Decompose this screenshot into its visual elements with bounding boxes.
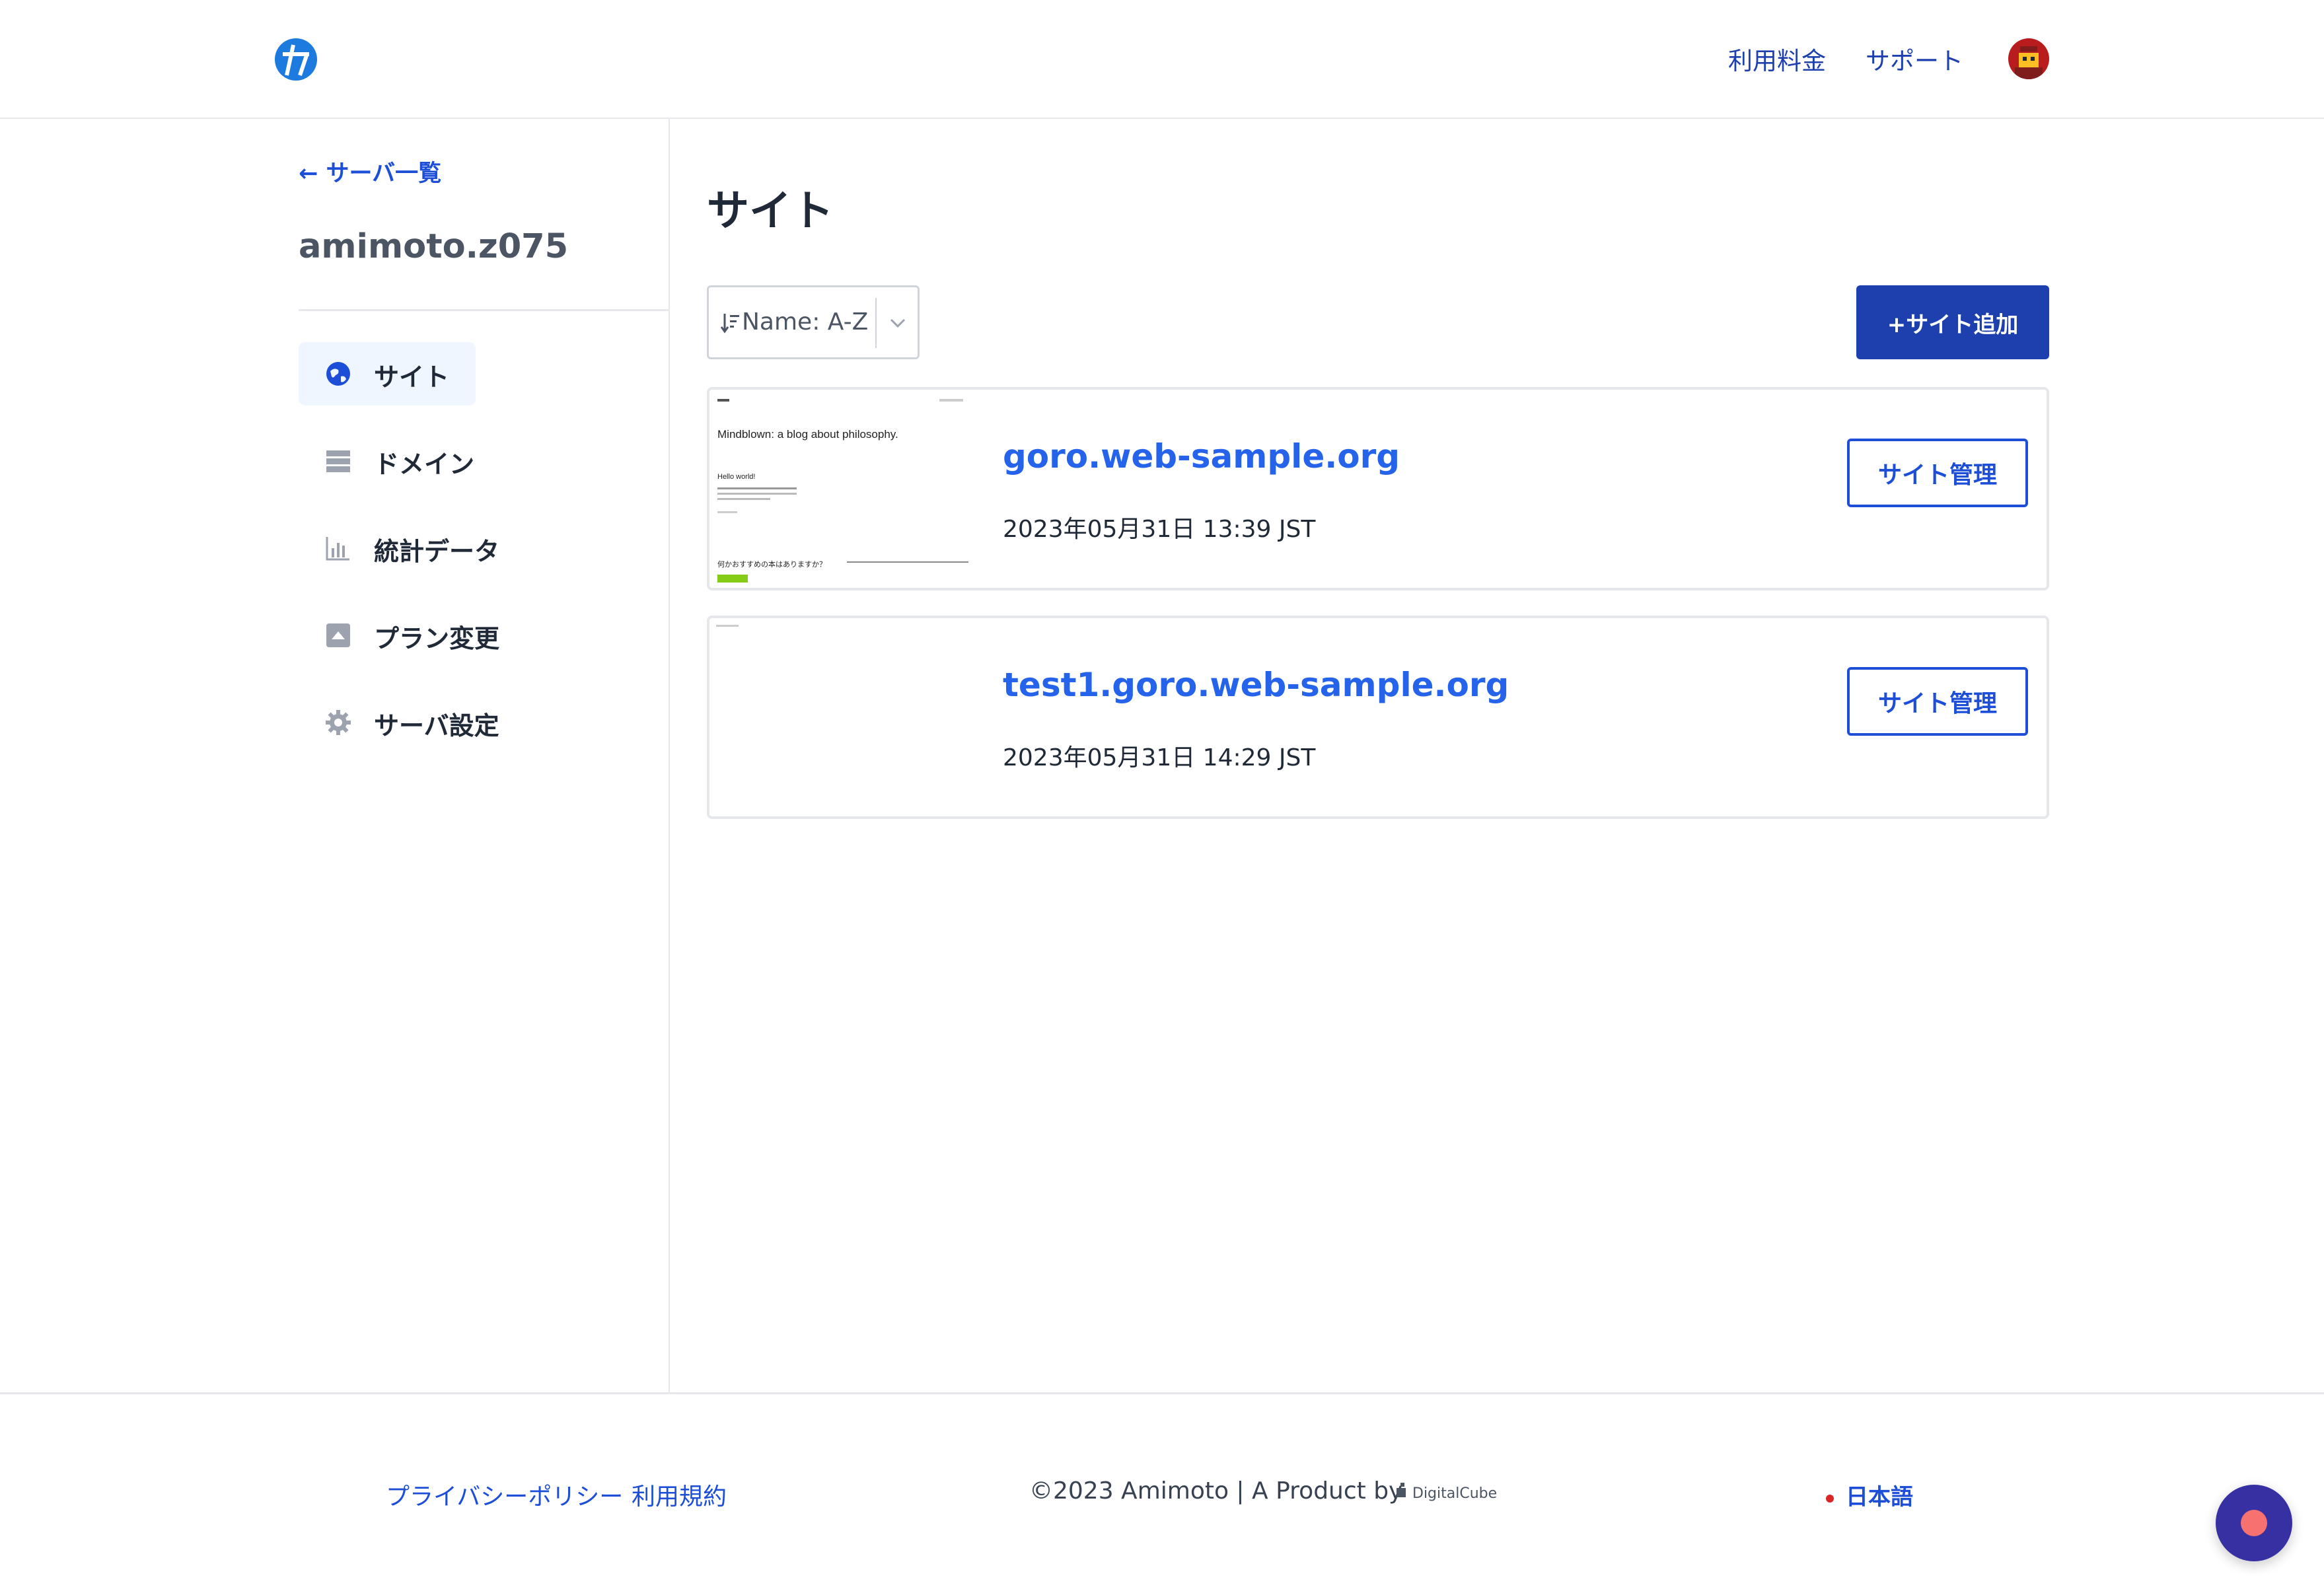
privacy-policy-link[interactable]: プライバシーポリシー bbox=[386, 1477, 623, 1512]
gear-icon bbox=[326, 710, 351, 735]
language-indicator-dot bbox=[1826, 1495, 1834, 1503]
thumbnail-post-title: Hello world! bbox=[717, 473, 756, 481]
terms-link[interactable]: 利用規約 bbox=[632, 1477, 727, 1512]
globe-icon bbox=[326, 362, 350, 386]
server-icon bbox=[326, 450, 350, 472]
support-link[interactable]: サポート bbox=[1866, 41, 1963, 77]
sidebar-item-label: サイト bbox=[374, 363, 450, 392]
copyright-text: ©2023 Amimoto | A Product by bbox=[1029, 1477, 1403, 1505]
thumbnail-question: 何かおすすめの本はありますか？ bbox=[717, 561, 826, 569]
sidebar-item-label: サーバ設定 bbox=[374, 711, 499, 740]
chat-widget-button[interactable] bbox=[2216, 1485, 2292, 1561]
manage-site-button[interactable]: サイト管理 bbox=[1847, 667, 2028, 736]
sidebar-item-label: プラン変更 bbox=[374, 624, 500, 653]
site-thumbnail[interactable] bbox=[715, 623, 968, 811]
digitalcube-logo[interactable]: DigitalCube bbox=[1412, 1485, 1497, 1502]
language-selector[interactable]: 日本語 bbox=[1846, 1479, 1913, 1511]
site-name-link[interactable]: goro.web-sample.org bbox=[1003, 437, 1400, 476]
site-card: Mindblown: a blog about philosophy. Hell… bbox=[707, 387, 2049, 590]
sidebar-item-label: ドメイン bbox=[374, 450, 475, 479]
manage-site-button[interactable]: サイト管理 bbox=[1847, 439, 2028, 507]
sidebar-item-statistics[interactable]: 統計データ bbox=[299, 516, 499, 580]
sidebar-item-label: 統計データ bbox=[374, 537, 500, 566]
upgrade-icon bbox=[326, 623, 350, 647]
page-title: サイト bbox=[707, 187, 834, 236]
sidebar-item-domains[interactable]: ドメイン bbox=[299, 429, 476, 493]
top-header: 利用料金 サポート bbox=[0, 0, 2324, 119]
amimoto-logo[interactable] bbox=[273, 37, 318, 82]
sidebar-item-sites[interactable]: サイト bbox=[299, 342, 476, 406]
site-name-link[interactable]: test1.goro.web-sample.org bbox=[1003, 666, 1509, 704]
sort-separator bbox=[875, 298, 877, 348]
site-card: test1.goro.web-sample.org 2023年05月31日 14… bbox=[707, 616, 2049, 819]
site-updated-date: 2023年05月31日 13:39 JST bbox=[1003, 516, 1316, 543]
chevron-down-icon[interactable] bbox=[887, 312, 908, 334]
footer: プライバシーポリシー 利用規約 ©2023 Amimoto | A Produc… bbox=[0, 1392, 2324, 1595]
user-avatar[interactable] bbox=[2008, 38, 2049, 79]
site-updated-date: 2023年05月31日 14:29 JST bbox=[1003, 744, 1316, 771]
sidebar-divider bbox=[299, 309, 669, 311]
site-thumbnail[interactable]: Mindblown: a blog about philosophy. Hell… bbox=[715, 395, 968, 583]
pricing-link[interactable]: 利用料金 bbox=[1728, 41, 1826, 77]
sort-select[interactable]: Name: A-Z bbox=[707, 285, 920, 359]
thumbnail-headline: Mindblown: a blog about philosophy. bbox=[717, 428, 898, 441]
sort-icon bbox=[721, 314, 739, 334]
server-name: amimoto.z075 bbox=[299, 227, 569, 266]
add-site-button[interactable]: +サイト追加 bbox=[1856, 285, 2049, 359]
digitalcube-logo-icon bbox=[1397, 1483, 1406, 1497]
sort-label: Name: A-Z bbox=[742, 308, 869, 336]
sidebar-item-plan-change[interactable]: プラン変更 bbox=[299, 604, 499, 667]
back-to-server-list-link[interactable]: ← サーバ一覧 bbox=[299, 155, 441, 188]
chat-icon bbox=[2241, 1510, 2267, 1536]
bar-chart-icon bbox=[326, 537, 349, 561]
sidebar-item-server-settings[interactable]: サーバ設定 bbox=[299, 691, 499, 754]
